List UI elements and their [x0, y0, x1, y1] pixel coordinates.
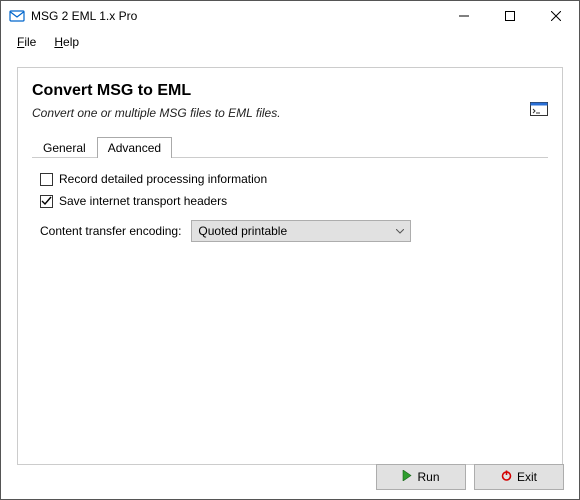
- play-icon: [402, 470, 412, 484]
- encoding-label: Content transfer encoding:: [40, 224, 181, 238]
- app-icon: [9, 8, 25, 24]
- encoding-value: Quoted printable: [198, 224, 287, 238]
- footer-buttons: Run Exit: [376, 464, 564, 490]
- encoding-row: Content transfer encoding: Quoted printa…: [40, 220, 540, 242]
- console-icon: [530, 102, 548, 119]
- window-controls: [441, 1, 579, 31]
- main-panel: Convert MSG to EML Convert one or multip…: [17, 67, 563, 465]
- menu-help[interactable]: Help: [46, 33, 87, 51]
- run-label: Run: [417, 470, 439, 484]
- minimize-button[interactable]: [441, 1, 487, 31]
- exit-button[interactable]: Exit: [474, 464, 564, 490]
- run-button[interactable]: Run: [376, 464, 466, 490]
- tab-strip: General Advanced: [32, 136, 548, 157]
- power-icon: [501, 470, 512, 484]
- menubar: File Help: [1, 31, 579, 53]
- content-area: Convert MSG to EML Convert one or multip…: [1, 53, 579, 475]
- checkbox-record-detail[interactable]: [40, 173, 53, 186]
- label-save-headers: Save internet transport headers: [59, 194, 227, 208]
- maximize-button[interactable]: [487, 1, 533, 31]
- page-subtitle: Convert one or multiple MSG files to EML…: [32, 106, 548, 120]
- encoding-select[interactable]: Quoted printable: [191, 220, 411, 242]
- chevron-down-icon: [396, 226, 404, 237]
- menu-file[interactable]: File: [9, 33, 44, 51]
- window-title: MSG 2 EML 1.x Pro: [31, 9, 441, 23]
- label-record-detail: Record detailed processing information: [59, 172, 267, 186]
- option-record-detail[interactable]: Record detailed processing information: [40, 172, 540, 186]
- checkbox-save-headers[interactable]: [40, 195, 53, 208]
- titlebar: MSG 2 EML 1.x Pro: [1, 1, 579, 31]
- tab-advanced[interactable]: Advanced: [97, 137, 172, 158]
- exit-label: Exit: [517, 470, 537, 484]
- option-save-headers[interactable]: Save internet transport headers: [40, 194, 540, 208]
- page-heading: Convert MSG to EML: [32, 82, 548, 100]
- tab-general[interactable]: General: [32, 137, 97, 158]
- tab-panel-advanced: Record detailed processing information S…: [32, 157, 548, 437]
- close-button[interactable]: [533, 1, 579, 31]
